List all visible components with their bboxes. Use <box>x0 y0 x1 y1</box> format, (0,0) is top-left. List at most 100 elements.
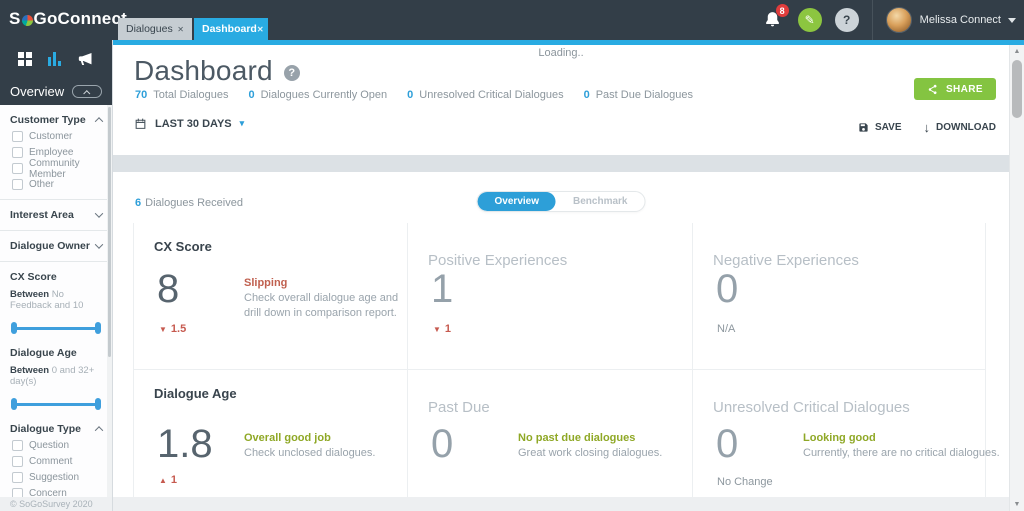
filter-dialogue-type-header[interactable]: Dialogue Type <box>10 423 104 435</box>
checkbox[interactable] <box>12 440 23 451</box>
share-button[interactable]: SHARE <box>913 78 996 100</box>
download-button[interactable]: ↓ DOWNLOAD <box>924 120 997 135</box>
slider-handle-min[interactable] <box>11 322 17 334</box>
card-unresolved-critical[interactable]: Unresolved Critical Dialogues 0 Looking … <box>693 370 1000 497</box>
summary-stats: 70 Total Dialogues 0 Dialogues Currently O… <box>135 89 693 101</box>
tab-bar: Dialogues ✕ Dashboard ✕ <box>118 18 268 40</box>
main-scrollbar[interactable]: ▲ ▼ <box>1009 45 1024 511</box>
filter-dialogue-age-header: Dialogue Age <box>10 347 102 359</box>
title-help-icon[interactable]: ? <box>283 65 300 81</box>
checkbox-option[interactable]: Other <box>12 179 102 190</box>
toggle-overview[interactable]: Overview <box>477 192 557 211</box>
filter-panel: Customer Type Customer Employee Communit… <box>0 105 112 497</box>
date-range-selector[interactable]: LAST 30 DAYS ▾ <box>134 117 244 130</box>
card-dialogue-age[interactable]: Dialogue Age 1.8 Overall good job Check … <box>134 370 408 497</box>
metric-value: 0 <box>431 422 454 466</box>
checkbox-option[interactable]: Question <box>12 440 102 451</box>
chevron-down-icon[interactable] <box>94 209 104 218</box>
scrollbar-thumb[interactable] <box>108 107 111 357</box>
tab-dashboard[interactable]: Dashboard ✕ <box>194 18 268 40</box>
delta-value: 1.5 <box>170 323 187 335</box>
user-name[interactable]: Melissa Connect <box>920 14 1001 26</box>
chevron-down-icon[interactable] <box>1008 17 1016 23</box>
bar-chart-icon[interactable] <box>48 52 61 66</box>
tab-close-icon[interactable]: ✕ <box>257 25 264 34</box>
status-title: Overall good job <box>244 432 331 444</box>
section-divider-band <box>113 155 1009 172</box>
sidebar-scrollbar[interactable] <box>107 105 112 497</box>
checkbox[interactable] <box>12 456 23 467</box>
pencil-icon: ✎ <box>804 13 815 27</box>
checkbox-option[interactable]: Comment <box>12 456 102 467</box>
logo-text-prefix: S <box>9 9 21 28</box>
scrollbar-thumb[interactable] <box>1012 60 1022 118</box>
logo-text-suffix: GoConnect <box>33 9 127 28</box>
tab-close-icon[interactable]: ✕ <box>177 25 184 34</box>
overview-header: Overview <box>0 78 112 105</box>
page-title: Dashboard <box>134 55 273 86</box>
apps-grid-icon[interactable] <box>18 52 32 66</box>
help-button[interactable]: ? <box>834 8 859 32</box>
stat-past-due[interactable]: 0 Past Due Dialogues <box>584 89 693 101</box>
save-button[interactable]: SAVE <box>858 122 902 133</box>
megaphone-icon[interactable] <box>77 51 94 67</box>
card-negative-experiences[interactable]: Negative Experiences 0 N/A <box>693 223 985 370</box>
report-actions: SAVE ↓ DOWNLOAD <box>858 120 996 135</box>
card-title: CX Score <box>154 239 212 254</box>
slider-handle-max[interactable] <box>95 398 101 410</box>
sidebar-nav-icons <box>0 40 112 78</box>
save-label: SAVE <box>875 122 902 133</box>
card-past-due[interactable]: Past Due 0 No past due dialogues Great w… <box>408 370 693 497</box>
checkbox[interactable] <box>12 179 23 190</box>
tab-dialogues[interactable]: Dialogues ✕ <box>118 18 192 40</box>
slider-handle-max[interactable] <box>95 322 101 334</box>
filter-interest-area-header[interactable]: Interest Area <box>10 209 104 221</box>
status-description: Check overall dialogue age and drill dow… <box>244 292 399 319</box>
collapse-sidebar-button[interactable] <box>72 85 102 98</box>
checkbox[interactable] <box>12 163 23 174</box>
cx-score-range-slider[interactable] <box>11 322 101 334</box>
chevron-down-icon[interactable] <box>94 240 104 249</box>
checkbox[interactable] <box>12 488 23 497</box>
card-positive-experiences[interactable]: Positive Experiences 1 ▼ 1 <box>408 223 693 370</box>
checkbox[interactable] <box>12 131 23 142</box>
scroll-down-icon[interactable]: ▼ <box>1010 501 1024 508</box>
checkbox-option[interactable]: Community Member <box>12 158 102 180</box>
checkbox-label: Suggestion <box>29 472 80 483</box>
filter-dialogue-owner-header[interactable]: Dialogue Owner <box>10 240 104 252</box>
checkbox-option[interactable]: Concern <box>12 488 102 497</box>
share-icon <box>928 84 937 94</box>
stat-label: Total Dialogues <box>153 89 229 101</box>
question-icon: ? <box>843 13 851 27</box>
delta-indicator: ▼ 1.5 <box>159 323 186 335</box>
chevron-up-icon[interactable] <box>94 117 104 126</box>
copyright-footer: © SoGoSurvey 2020 <box>0 497 112 511</box>
checkbox[interactable] <box>12 147 23 158</box>
delta-indicator: ▼ 1 <box>433 323 451 335</box>
checkbox-option[interactable]: Employee <box>12 147 102 158</box>
filter-customer-type-header[interactable]: Customer Type <box>10 114 104 126</box>
chevron-up-icon[interactable] <box>94 426 104 435</box>
slider-handle-min[interactable] <box>11 398 17 410</box>
status-title: Looking good <box>803 432 876 444</box>
toggle-benchmark[interactable]: Benchmark <box>556 192 644 211</box>
stat-dialogues-open[interactable]: 0 Dialogues Currently Open <box>248 89 387 101</box>
between-label: Between <box>10 365 50 376</box>
notifications-button[interactable]: 8 <box>763 4 789 30</box>
compose-button[interactable]: ✎ <box>797 8 822 32</box>
notification-badge: 8 <box>775 4 789 17</box>
stat-unresolved-critical[interactable]: 0 Unresolved Critical Dialogues <box>407 89 563 101</box>
checkbox-option[interactable]: Customer <box>12 131 102 142</box>
card-cx-score[interactable]: CX Score 8 Slipping Check overall dialog… <box>134 223 408 370</box>
checkbox[interactable] <box>12 472 23 483</box>
scroll-up-icon[interactable]: ▲ <box>1010 48 1024 55</box>
stat-total-dialogues[interactable]: 70 Total Dialogues <box>135 89 228 101</box>
user-avatar[interactable] <box>885 7 912 33</box>
dialogue-age-range-slider[interactable] <box>11 398 101 410</box>
calendar-icon <box>135 118 146 129</box>
divider <box>0 230 112 231</box>
checkbox-label: Employee <box>29 147 74 158</box>
delta-down-icon: ▼ <box>433 324 441 334</box>
received-count: 6 <box>135 197 142 209</box>
checkbox-option[interactable]: Suggestion <box>12 472 102 483</box>
